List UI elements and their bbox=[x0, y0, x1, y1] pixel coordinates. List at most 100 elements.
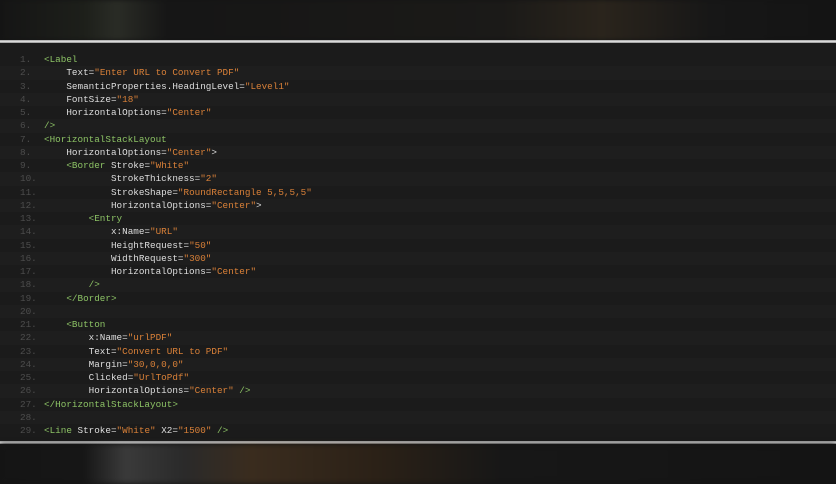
line-number: 1. bbox=[20, 54, 32, 65]
code-line: 18. /> bbox=[0, 278, 836, 292]
line-number: 7. bbox=[20, 133, 32, 145]
token-attr: Stroke= bbox=[105, 160, 151, 171]
token-str: "White" bbox=[116, 425, 156, 436]
token-attr: HorizontalOptions= bbox=[110, 199, 212, 211]
token-attr: > bbox=[211, 146, 217, 158]
token-attr: HorizontalOptions= bbox=[88, 385, 190, 397]
line-number: 19. bbox=[20, 292, 37, 304]
line-number: 17. bbox=[20, 266, 37, 277]
token-attr: HorizontalOptions= bbox=[66, 146, 167, 158]
token-tag: <HorizontalStackLayout bbox=[44, 133, 167, 145]
token-str: "30,0,0,0" bbox=[127, 358, 184, 370]
code-text: Text="Convert URL to PDF" bbox=[44, 345, 229, 358]
token-str: "Level1" bbox=[244, 80, 290, 92]
line-number: 6. bbox=[20, 120, 32, 132]
code-text: <Button bbox=[44, 318, 105, 331]
code-block: 1. <Label 2. Text="Enter URL to Convert PD… bbox=[0, 53, 836, 437]
token-attr: Stroke= bbox=[71, 425, 117, 436]
token-attr: > bbox=[256, 199, 262, 211]
line-number: 15. bbox=[20, 239, 37, 251]
code-text: /> bbox=[44, 119, 55, 132]
code-text: WidthRequest="300" bbox=[44, 252, 211, 265]
line-number: 25. bbox=[20, 372, 37, 383]
token-attr: StrokeThickness= bbox=[110, 173, 201, 185]
line-number: 9. bbox=[20, 160, 32, 171]
code-line: 17. HorizontalOptions="Center" bbox=[0, 265, 836, 278]
line-number: 12. bbox=[20, 199, 37, 211]
token-attr: x:Name= bbox=[110, 226, 151, 238]
code-text: <Border Stroke="White" bbox=[44, 159, 189, 172]
token-attr: X2= bbox=[155, 425, 178, 436]
code-line: 3. SemanticProperties.HeadingLevel="Leve… bbox=[0, 80, 836, 93]
line-number: 2. bbox=[20, 67, 32, 79]
token-tag: </Border> bbox=[66, 292, 117, 304]
code-line: 29. <Line Stroke="White" X2="1500" /> bbox=[0, 424, 836, 437]
code-line: 2. Text="Enter URL to Convert PDF" bbox=[0, 66, 836, 80]
blurred-background-top bbox=[0, 0, 836, 40]
code-text: StrokeShape="RoundRectangle 5,5,5,5" bbox=[44, 186, 312, 199]
token-attr: Margin= bbox=[88, 358, 128, 370]
code-line: 21. <Button bbox=[0, 318, 836, 331]
token-str: "RoundRectangle 5,5,5,5" bbox=[177, 186, 312, 198]
line-number: 13. bbox=[20, 213, 37, 224]
line-number: 14. bbox=[20, 226, 37, 238]
line-number: 20. bbox=[20, 305, 37, 317]
line-number: 3. bbox=[20, 80, 32, 92]
token-attr: HeightRequest= bbox=[110, 239, 190, 251]
token-attr: SemanticProperties.HeadingLevel= bbox=[66, 80, 245, 92]
line-number: 22. bbox=[20, 332, 37, 344]
line-number: 21. bbox=[20, 319, 37, 330]
line-number: 24. bbox=[20, 358, 37, 370]
token-str: "urlPDF" bbox=[127, 332, 173, 344]
token-str: "Center" bbox=[189, 385, 234, 397]
code-line: 24. Margin="30,0,0,0" bbox=[0, 357, 836, 371]
code-line: 26. HorizontalOptions="Center" /> bbox=[0, 384, 836, 398]
code-text: <HorizontalStackLayout bbox=[44, 133, 167, 146]
line-number: 29. bbox=[20, 425, 37, 436]
token-str: "Center" bbox=[211, 199, 257, 211]
code-text: x:Name="urlPDF" bbox=[44, 331, 173, 344]
line-number: 23. bbox=[20, 345, 37, 357]
code-line: 19. </Border> bbox=[0, 292, 836, 305]
line-number: 27. bbox=[20, 398, 37, 410]
token-str: "Center" bbox=[166, 107, 212, 118]
token-attr: Text= bbox=[88, 345, 117, 357]
code-line: 13. <Entry bbox=[0, 212, 836, 225]
code-line: 25. Clicked="UrlToPdf" bbox=[0, 371, 836, 384]
token-tag: /> bbox=[44, 120, 56, 132]
code-line: 4. FontSize="18" bbox=[0, 92, 836, 106]
code-text: StrokeThickness="2" bbox=[44, 172, 217, 185]
code-text: <Label bbox=[44, 53, 77, 66]
code-text: HorizontalOptions="Center"> bbox=[44, 199, 262, 212]
code-line: 9. <Border Stroke="White" bbox=[0, 159, 836, 172]
token-str: "White" bbox=[150, 160, 190, 171]
code-text: HorizontalOptions="Center" bbox=[44, 106, 211, 119]
code-line: 11. StrokeShape="RoundRectangle 5,5,5,5" bbox=[0, 186, 836, 199]
code-line: 12. HorizontalOptions="Center"> bbox=[0, 198, 836, 212]
code-text: <Entry bbox=[44, 212, 122, 225]
code-line: 28. bbox=[0, 410, 836, 424]
token-str: "URL" bbox=[150, 226, 178, 238]
token-tag: /> bbox=[211, 425, 229, 436]
code-text: FontSize="18" bbox=[44, 93, 139, 106]
code-line: 27. </HorizontalStackLayout> bbox=[0, 398, 836, 411]
code-text: HeightRequest="50" bbox=[44, 239, 211, 252]
code-text: HorizontalOptions="Center" /> bbox=[44, 384, 251, 397]
blurred-background-bottom bbox=[0, 444, 836, 484]
